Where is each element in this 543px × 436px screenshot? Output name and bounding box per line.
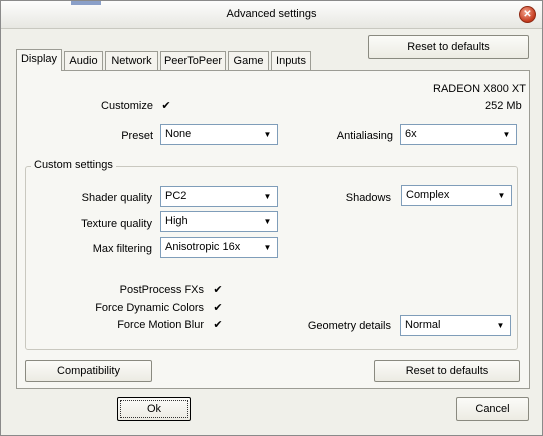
tab-game[interactable]: Game <box>228 51 269 70</box>
chevron-down-icon: ▼ <box>496 321 505 330</box>
cancel-button[interactable]: Cancel <box>456 397 529 421</box>
shadows-label: Shadows <box>345 192 391 204</box>
motion-blur-checkbox[interactable]: ✔ <box>212 319 224 331</box>
geometry-details-select[interactable]: Normal ▼ <box>400 315 511 336</box>
max-filtering-select[interactable]: Anisotropic 16x ▼ <box>160 237 278 258</box>
tab-display[interactable]: Display <box>16 49 62 71</box>
texture-quality-select[interactable]: High ▼ <box>160 211 278 232</box>
gpu-memory: 252 Mb <box>485 100 522 112</box>
title-bar[interactable]: Advanced settings ✕ <box>1 1 542 29</box>
reset-defaults-bottom-button[interactable]: Reset to defaults <box>374 360 520 382</box>
chevron-down-icon: ▼ <box>263 243 272 252</box>
motion-blur-label: Force Motion Blur <box>117 319 204 331</box>
texture-quality-label: Texture quality <box>81 218 152 230</box>
chevron-down-icon: ▼ <box>263 192 272 201</box>
max-filtering-value: Anisotropic 16x <box>165 241 241 253</box>
compatibility-button[interactable]: Compatibility <box>25 360 152 382</box>
tab-audio[interactable]: Audio <box>64 51 103 70</box>
geometry-details-value: Normal <box>405 319 441 331</box>
tab-inputs[interactable]: Inputs <box>271 51 311 70</box>
gpu-name: RADEON X800 XT <box>433 83 526 95</box>
shader-quality-label: Shader quality <box>81 192 152 204</box>
postprocess-label: PostProcess FXs <box>119 284 204 296</box>
chevron-down-icon: ▼ <box>497 191 506 200</box>
shadows-value: Complex <box>406 189 450 201</box>
antialiasing-select[interactable]: 6x ▼ <box>400 124 517 145</box>
tab-network[interactable]: Network <box>105 51 158 70</box>
chevron-down-icon: ▼ <box>263 130 272 139</box>
chevron-down-icon: ▼ <box>263 217 272 226</box>
dynamic-colors-checkbox[interactable]: ✔ <box>212 302 224 314</box>
tab-peertopeer[interactable]: PeerToPeer <box>160 51 226 70</box>
max-filtering-label: Max filtering <box>92 243 152 255</box>
antialiasing-value: 6x <box>405 128 417 140</box>
custom-settings-title: Custom settings <box>31 159 116 171</box>
window-title: Advanced settings <box>226 8 317 20</box>
customize-label: Customize <box>101 100 153 112</box>
geometry-details-label: Geometry details <box>307 320 391 332</box>
advanced-settings-window: Advanced settings ✕ Reset to defaults Di… <box>0 0 543 436</box>
close-icon[interactable]: ✕ <box>519 6 536 23</box>
reset-defaults-top-button[interactable]: Reset to defaults <box>368 35 529 59</box>
shadows-select[interactable]: Complex ▼ <box>401 185 512 206</box>
dynamic-colors-label: Force Dynamic Colors <box>95 302 204 314</box>
customize-checkbox[interactable]: ✔ <box>160 100 172 112</box>
preset-select[interactable]: None ▼ <box>160 124 278 145</box>
shader-quality-select[interactable]: PC2 ▼ <box>160 186 278 207</box>
chevron-down-icon: ▼ <box>502 130 511 139</box>
preset-label: Preset <box>121 130 153 142</box>
antialiasing-label: Antialiasing <box>336 130 393 142</box>
texture-quality-value: High <box>165 215 188 227</box>
ok-button[interactable]: Ok <box>117 397 191 421</box>
shader-quality-value: PC2 <box>165 190 187 202</box>
postprocess-checkbox[interactable]: ✔ <box>212 284 224 296</box>
title-bar-strip <box>71 1 101 5</box>
preset-value: None <box>165 128 192 140</box>
